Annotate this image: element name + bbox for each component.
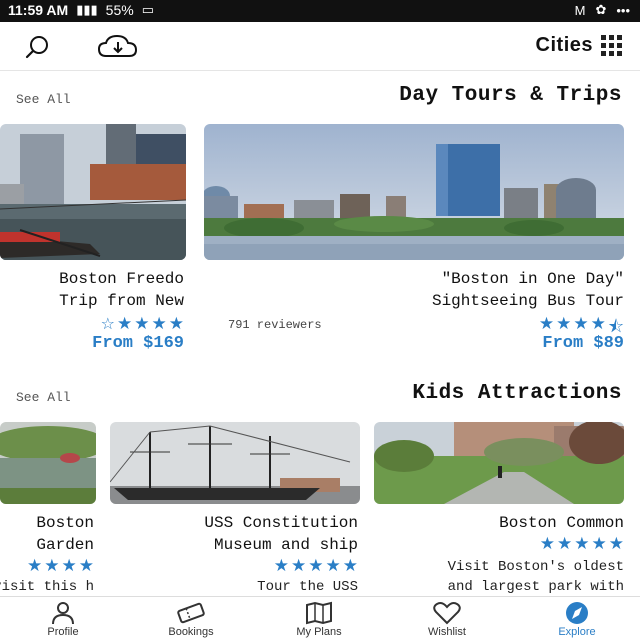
attraction-title-line1: Boston Common (499, 514, 624, 532)
status-time: 11:59 AM (8, 2, 69, 18)
attraction-desc-line2: and largest park with (447, 579, 624, 595)
star-icon: ★ (608, 534, 624, 554)
attraction-rating-stars: ★ ★ ★ ★ ★ (274, 556, 358, 576)
attraction-card-uss-constitution[interactable]: USS Constitution Museum and ship ★ ★ ★ ★ ★ T… (110, 422, 360, 596)
status-right: M ✿ ••• (575, 2, 630, 18)
star-empty-icon: ☆ (100, 314, 115, 333)
day-tours-title: Day Tours & Trips (399, 84, 622, 107)
attraction-image-ship (110, 422, 360, 504)
grid-menu-icon (601, 35, 622, 56)
tour-price: From $169 (92, 334, 184, 353)
tour-card-freedom-trail[interactable]: Boston Freedo Trip from New ☆ ★ ★ ★ ★ From $… (0, 124, 186, 354)
attraction-title-line2: Museum and ship (213, 536, 358, 554)
nav-label: Bookings (168, 626, 214, 638)
brand-name: Cities (535, 34, 593, 56)
star-icon: ★ (591, 534, 607, 554)
tour-title-line1: Boston Freedo (59, 270, 184, 288)
tour-title-line2: Trip from New (59, 292, 184, 310)
battery-level: 55% (105, 2, 134, 18)
attraction-rating-stars: ★ ★ ★ ★ (27, 556, 94, 576)
star-icon: ★ (44, 556, 60, 576)
nav-my-plans[interactable]: My Plans (264, 601, 374, 638)
heart-icon (433, 602, 461, 625)
tour-title-line2: Sightseeing Bus Tour (431, 292, 624, 310)
star-icon: ★ (168, 314, 184, 334)
star-icon: ★ (342, 556, 358, 576)
star-icon: ★ (117, 314, 133, 334)
nav-bookings[interactable]: Bookings (136, 601, 246, 638)
attraction-desc-line1: visit this h (0, 579, 94, 595)
nav-explore[interactable]: Explore (522, 601, 632, 638)
gmail-icon: M (574, 2, 586, 18)
attraction-title-line2: Garden (36, 536, 94, 554)
attraction-title-line1: USS Constitution (204, 514, 358, 532)
bottom-navigation: Explore Wishlist My Plans Bookings Profi… (0, 596, 640, 640)
search-icon-svg (25, 36, 48, 59)
ticket-icon (177, 602, 205, 624)
tour-review-count: 791 reviewers (228, 318, 322, 332)
nav-label: My Plans (296, 626, 342, 638)
star-icon: ★ (78, 556, 94, 576)
more-notifications-icon: ••• (616, 2, 630, 18)
tour-price: From $89 (542, 334, 624, 353)
notification-icon: ✿ (595, 2, 607, 17)
attraction-desc-line1: Tour the USS (257, 579, 358, 595)
compass-icon (566, 602, 588, 624)
status-left: 11:59 AM ▮▮▮ 55% ▭ (8, 2, 154, 18)
signal-icon: ▮▮▮ (76, 2, 98, 17)
attraction-title-line1: Boston (36, 514, 94, 532)
attraction-image-garden (0, 422, 96, 504)
attraction-image-park (374, 422, 624, 504)
status-bar: 11:59 AM ▮▮▮ 55% ▭ M ✿ ••• (0, 0, 640, 22)
search-icon[interactable] (22, 32, 52, 62)
day-tours-see-all[interactable]: See All (16, 92, 71, 107)
tour-card-boston-one-day[interactable]: "Boston in One Day" Sightseeing Bus Tour… (204, 124, 624, 354)
star-icon: ★ (574, 534, 590, 554)
nav-label: Explore (558, 626, 596, 638)
download-icon[interactable] (96, 32, 140, 62)
star-icon: ★ (61, 556, 77, 576)
star-icon: ★ (27, 556, 43, 576)
brand[interactable]: Cities (536, 34, 622, 57)
tour-rating-stars: ☆ ★ ★ ★ ★ (101, 314, 184, 334)
nav-label: Profile (47, 626, 79, 638)
battery-icon: ▭ (141, 2, 154, 17)
star-icon: ★ (273, 556, 289, 576)
kids-see-all[interactable]: See All (16, 390, 71, 405)
nav-profile[interactable]: Profile (8, 601, 118, 638)
map-icon (306, 601, 332, 625)
tour-title-line1: "Boston in One Day" (441, 270, 624, 288)
star-icon: ★ (308, 556, 324, 576)
star-icon: ★ (134, 314, 150, 334)
attraction-card-boston-common[interactable]: Boston Common ★ ★ ★ ★ ★ Visit Boston's oldes… (374, 422, 624, 596)
app-bar: Cities (0, 22, 640, 70)
star-icon: ★ (151, 314, 167, 334)
attraction-rating-stars: ★ ★ ★ ★ ★ (540, 534, 624, 554)
attraction-desc-line1: Visit Boston's oldest (447, 559, 624, 575)
cloud-download-svg (97, 34, 138, 57)
star-icon: ★ (291, 556, 307, 576)
star-icon: ★ (557, 534, 573, 554)
kids-title: Kids Attractions (412, 382, 622, 405)
tour-image-harbor (0, 124, 186, 260)
attraction-card-boston-garden[interactable]: Boston Garden ★ ★ ★ ★ visit this h (0, 422, 96, 596)
nav-label: Wishlist (428, 626, 466, 638)
star-icon: ★ (539, 534, 555, 554)
tour-image-skyline (204, 124, 624, 260)
nav-wishlist[interactable]: Wishlist (392, 601, 502, 638)
app-bar-divider (0, 70, 640, 71)
star-icon: ★ (325, 556, 341, 576)
person-icon (52, 602, 74, 625)
